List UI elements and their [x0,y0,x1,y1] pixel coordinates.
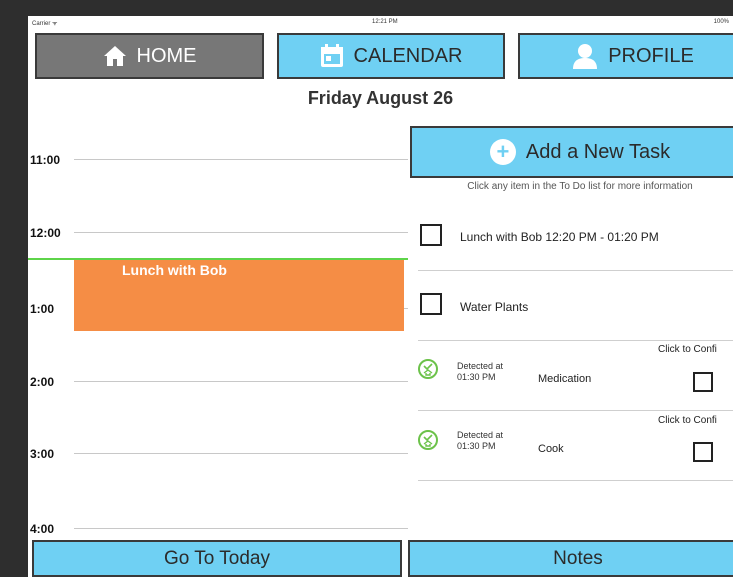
hour-label: 4:00 [30,522,55,536]
notes-label: Notes [553,547,603,569]
detected-time: 01:30 PM [457,441,496,451]
notes-button[interactable]: Notes [408,540,733,577]
list-divider [418,410,733,411]
add-task-label: Add a New Task [525,140,671,163]
add-task-button[interactable]: + Add a New Task [410,126,733,178]
hour-gridline [74,381,408,382]
profile-button[interactable]: PROFILE [518,33,733,79]
confirm-label: Click to Confi [658,415,717,426]
hour-gridline [74,453,408,454]
todo-hint: Click any item in the To Do list for mor… [467,181,693,192]
person-icon [572,43,598,69]
hour-gridline [74,232,408,233]
activity-detected-icon [417,429,439,451]
detected-time: 01:30 PM [457,372,496,382]
hour-gridline [74,528,408,529]
current-time-line [28,258,408,260]
app-screen: Carrier ᯤ 12:21 PM 100% HOME CALENDAR PR… [28,16,733,577]
list-divider [418,480,733,481]
hour-label: 11:00 [30,153,61,167]
confirm-label: Click to Confi [658,344,717,355]
confirm-checkbox[interactable] [693,372,713,392]
profile-button-label: PROFILE [608,44,694,67]
calendar-event[interactable]: Lunch with Bob [74,260,404,331]
go-to-today-label: Go To Today [164,547,270,569]
plus-icon: + [489,139,516,165]
todo-checkbox[interactable] [420,224,442,246]
hour-label: 3:00 [30,447,55,461]
confirm-checkbox[interactable] [693,442,713,462]
detected-label: Detected at [457,430,504,440]
hour-label: 1:00 [30,302,55,316]
todo-item-label[interactable]: Lunch with Bob 12:20 PM - 01:20 PM [460,230,659,244]
go-to-today-button[interactable]: Go To Today [32,540,402,577]
hour-gridline [74,159,408,160]
detected-task-name[interactable]: Cook [538,443,564,455]
battery-label: 100% [713,19,729,25]
detected-label: Detected at [457,361,504,371]
detected-task-name[interactable]: Medication [538,373,591,385]
list-divider [418,270,733,271]
todo-checkbox[interactable] [420,293,442,315]
hour-label: 12:00 [30,226,61,240]
event-title: Lunch with Bob [122,262,227,278]
list-divider [418,340,733,341]
activity-detected-icon [417,358,439,380]
hour-label: 2:00 [30,375,55,389]
day-timeline: 11:00 12:00 1:00 2:00 3:00 4:00 Lunch wi… [28,16,408,577]
todo-item-label[interactable]: Water Plants [460,300,528,314]
